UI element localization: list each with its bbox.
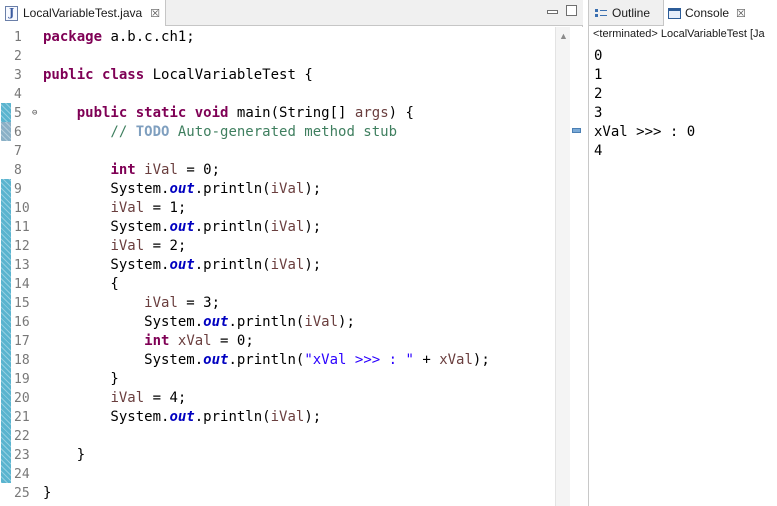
console-output-line: 4 <box>594 143 603 159</box>
code-line: System.out.println(iVal); <box>43 219 322 235</box>
line-number: 2 <box>14 49 22 64</box>
line-number: 18 <box>14 353 30 368</box>
line-number: 12 <box>14 239 30 254</box>
code-line-package: package a.b.c.ch1; <box>43 29 195 45</box>
editor-tab-bar: LocalVariableTest.java ☒ <box>0 0 583 26</box>
line-number: 7 <box>14 144 22 159</box>
code-line: int iVal = 0; <box>110 162 221 178</box>
console-output-line: 3 <box>594 105 603 121</box>
code-line-class-decl: public class LocalVariableTest { <box>43 67 313 83</box>
console-status: <terminated> LocalVariableTest [Ja <box>593 28 765 40</box>
line-number: 11 <box>14 220 30 235</box>
code-line: System.out.println(iVal); <box>43 409 322 425</box>
line-number-gutter: 1 2 3 4 5 ⊖ 6 7 8 9 10 11 12 13 14 15 16… <box>12 27 38 506</box>
line-number: 23 <box>14 448 30 463</box>
line-number: 13 <box>14 258 30 273</box>
console-output-line: 2 <box>594 86 603 102</box>
fold-collapse-icon[interactable]: ⊖ <box>32 104 37 123</box>
line-number: 20 <box>14 391 30 406</box>
view-tab-bar: Outline Console ☒ <box>589 0 777 26</box>
tab-outline-label: Outline <box>612 6 651 20</box>
tab-console-label: Console <box>685 6 730 20</box>
line-number: 16 <box>14 315 30 330</box>
code-editor[interactable]: 1 2 3 4 5 ⊖ 6 7 8 9 10 11 12 13 14 15 16… <box>0 27 570 506</box>
line-number: 15 <box>14 296 30 311</box>
java-file-icon <box>5 5 18 21</box>
editor-window-controls <box>547 5 577 16</box>
code-line: } <box>43 371 119 387</box>
code-line: iVal = 1; <box>110 200 187 216</box>
tab-console[interactable]: Console ☒ <box>663 0 777 26</box>
code-line-comment: // TODO Auto-generated method stub <box>43 124 398 140</box>
line-number: 17 <box>14 334 30 349</box>
code-line: iVal = 2; <box>110 238 187 254</box>
code-line-main-decl: public static void main(String[] args) { <box>76 105 414 121</box>
code-line: } <box>43 447 86 463</box>
close-icon[interactable]: ☒ <box>150 7 160 20</box>
line-number: 1 <box>14 30 22 45</box>
maximize-icon[interactable] <box>566 5 577 16</box>
change-ruler <box>0 27 12 506</box>
code-line: { <box>43 276 119 292</box>
line-number: 3 <box>14 68 22 83</box>
line-number: 22 <box>14 429 30 444</box>
code-line: System.out.println(iVal); <box>43 257 322 273</box>
console-output-line: xVal >>> : 0 <box>594 124 696 140</box>
code-line: System.out.println(iVal); <box>43 314 355 330</box>
console-output-line: 0 <box>594 48 603 64</box>
minimize-icon[interactable] <box>547 10 558 14</box>
editor-tab-label: LocalVariableTest.java <box>23 6 143 20</box>
line-number: 21 <box>14 410 30 425</box>
editor-pane: LocalVariableTest.java ☒ 1 2 3 4 5 ⊖ 6 7… <box>0 0 583 506</box>
code-line: iVal = 3; <box>144 295 221 311</box>
line-number: 10 <box>14 201 30 216</box>
line-number: 6 <box>14 125 22 140</box>
change-marker <box>1 103 11 122</box>
scroll-up-icon[interactable]: ▲ <box>559 31 568 41</box>
line-number: 8 <box>14 163 22 178</box>
line-number: 19 <box>14 372 30 387</box>
tab-outline[interactable]: Outline <box>595 0 650 26</box>
outline-icon <box>595 8 607 19</box>
line-number: 24 <box>14 467 30 482</box>
code-line: } <box>43 485 52 501</box>
editor-vertical-scrollbar[interactable]: ▲ <box>555 27 570 506</box>
code-line: System.out.println("xVal >>> : " + xVal)… <box>43 352 490 368</box>
overview-ruler <box>570 27 583 506</box>
overview-annotation-marker[interactable] <box>572 128 581 133</box>
code-line: int xVal = 0; <box>144 333 254 349</box>
code-line: System.out.println(iVal); <box>43 181 322 197</box>
console-output-line: 1 <box>594 67 603 83</box>
line-number: 14 <box>14 277 30 292</box>
change-marker <box>1 179 11 483</box>
line-number: 9 <box>14 182 22 197</box>
console-pane: Outline Console ☒ <terminated> LocalVari… <box>588 0 777 506</box>
close-icon[interactable]: ☒ <box>736 7 746 20</box>
line-number: 25 <box>14 486 30 501</box>
console-icon <box>668 7 681 19</box>
code-line: iVal = 4; <box>110 390 187 406</box>
line-number: 4 <box>14 87 22 102</box>
editor-tab-localvariabletest[interactable]: LocalVariableTest.java ☒ <box>0 0 166 26</box>
override-marker-icon <box>1 122 11 141</box>
